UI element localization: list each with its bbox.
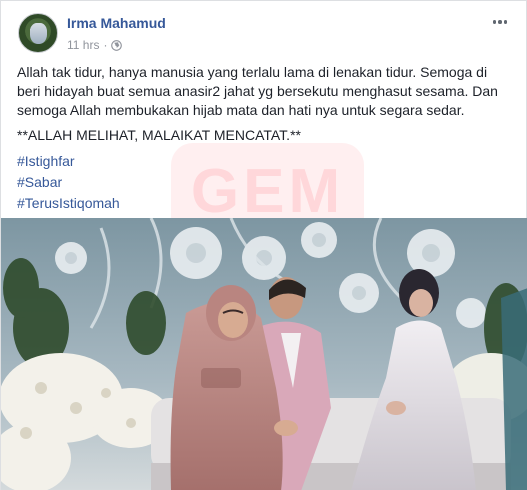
post-paragraph-1: Allah tak tidur, hanya manusia yang terl… [17,64,498,118]
post-timestamp[interactable]: 11 hrs [67,38,99,52]
facebook-post: Irma Mahamud 11 hrs · Allah tak tidur, h… [0,0,527,490]
author-avatar[interactable] [18,13,58,53]
post-paragraph-2: **ALLAH MELIHAT, MALAIKAT MENCATAT.** [17,127,301,143]
globe-icon[interactable] [111,39,123,51]
author-name[interactable]: Irma Mahamud [67,15,166,31]
watermark-text: GEM [190,156,345,226]
hashtag-link[interactable]: #TerusIstiqomah [17,193,120,214]
hashtag-list: #Istighfar #Sabar #TerusIstiqomah [17,151,120,214]
hashtag-link[interactable]: #Istighfar [17,151,120,172]
wedding-photo-illustration [1,218,527,490]
more-options-icon[interactable] [490,15,510,29]
hashtag-link[interactable]: #Sabar [17,172,120,193]
meta-separator: · [103,38,108,52]
post-text: Allah tak tidur, hanya manusia yang terl… [17,63,513,151]
post-photo[interactable] [1,218,527,490]
post-meta: 11 hrs · [67,38,123,52]
